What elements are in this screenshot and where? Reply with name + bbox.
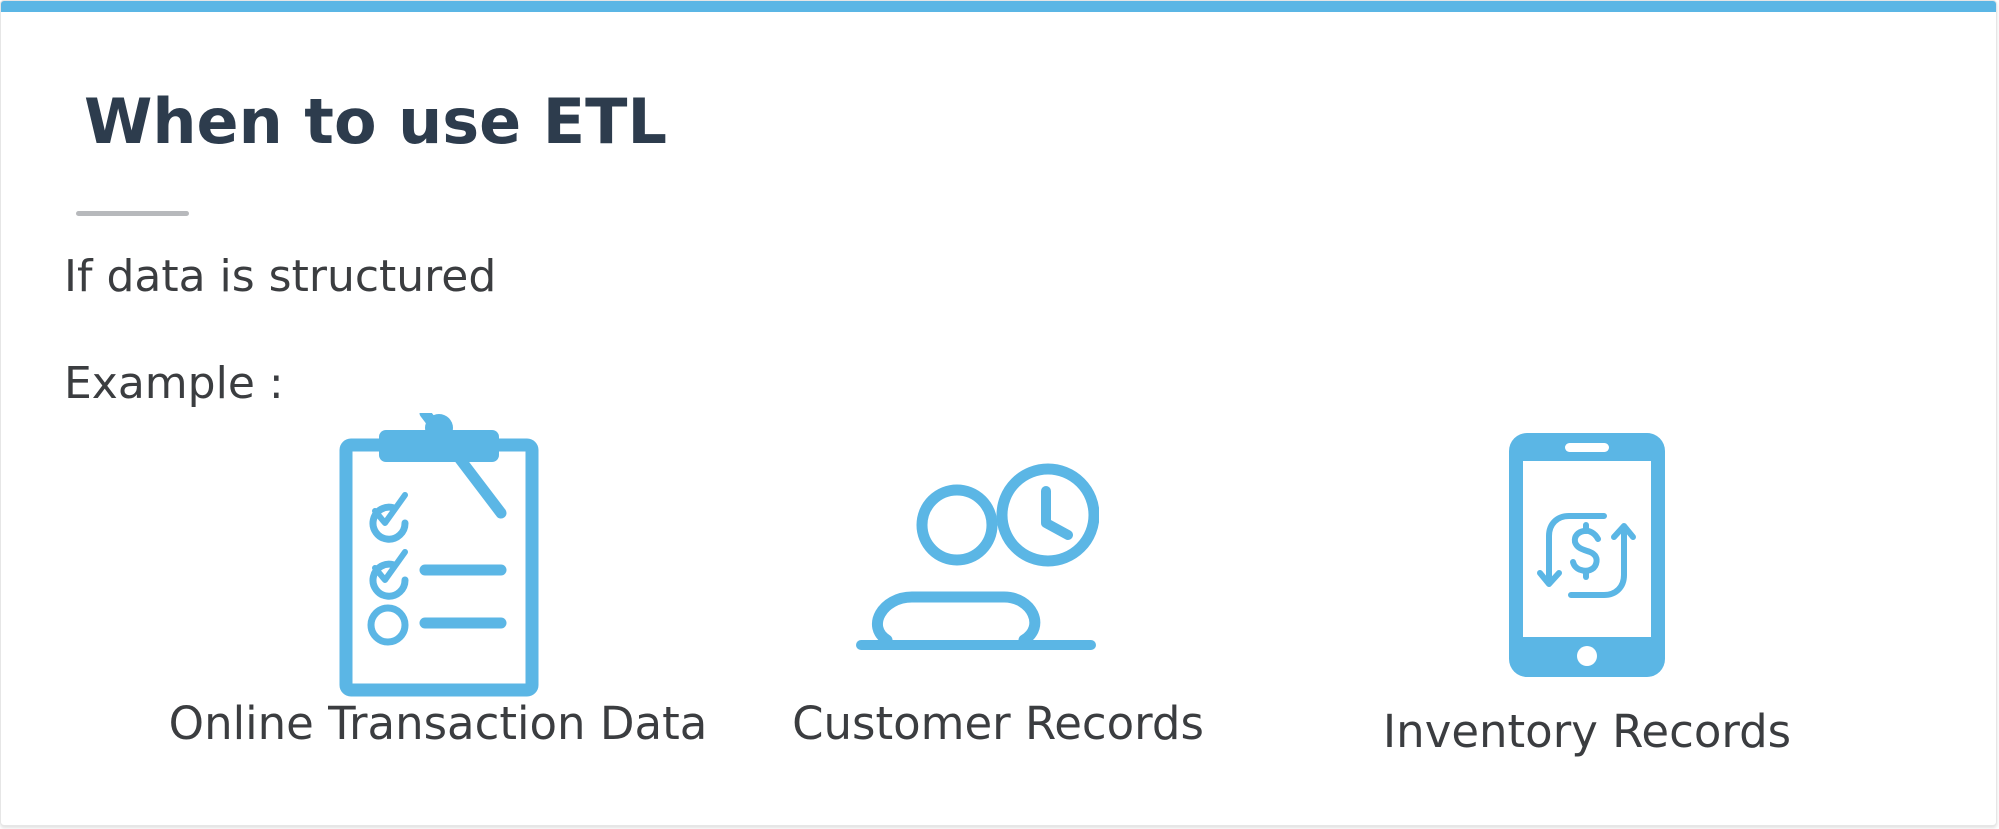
slide: When to use ETL If data is structured Ex… [0,0,1999,829]
mobile-payment-icon [1509,433,1665,677]
example-label-customer-records: Customer Records [792,697,1204,750]
example-inventory-records: Inventory Records [1301,1,1996,801]
example-label-inventory-records: Inventory Records [1382,705,1792,758]
clipboard-checklist-icon [339,413,539,697]
slide-card: When to use ETL If data is structured Ex… [0,0,1997,826]
example-online-transaction-data: Online Transaction Data [1,1,707,801]
person-clock-icon [856,463,1099,650]
example-customer-records: Customer Records [701,1,1301,801]
example-label-online-transaction-data: Online Transaction Data [168,697,708,750]
